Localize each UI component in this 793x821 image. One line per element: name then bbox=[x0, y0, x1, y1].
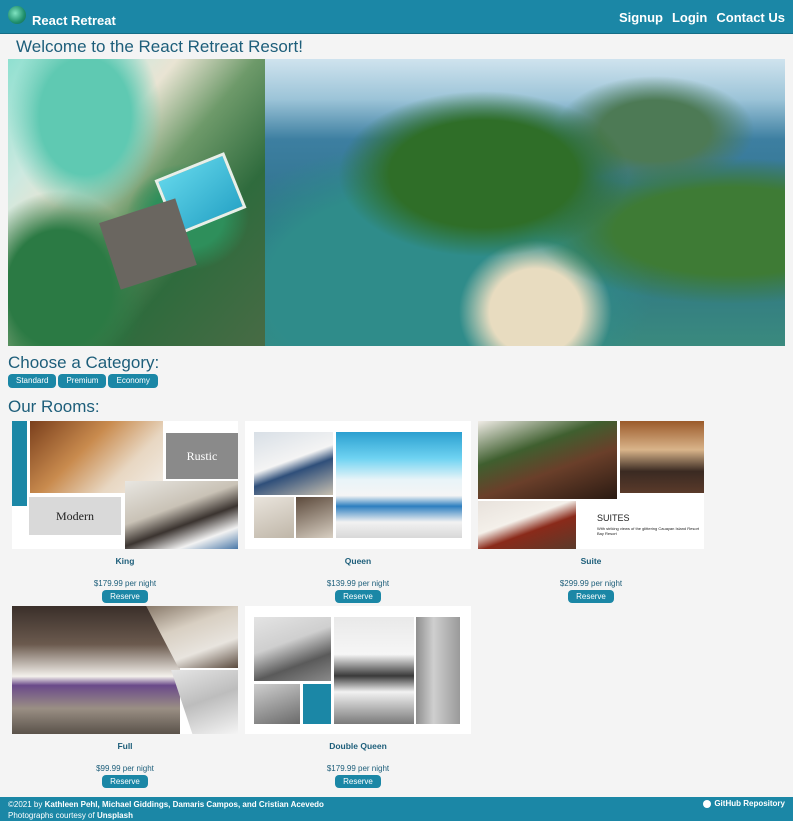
page-title: Welcome to the React Retreat Resort! bbox=[16, 37, 303, 56]
room-image-king[interactable]: Rustic Modern bbox=[12, 421, 238, 549]
reserve-button[interactable]: Reserve bbox=[335, 590, 381, 603]
hero-aerial-resort-image bbox=[8, 59, 265, 346]
room-price: $299.99 per night bbox=[559, 579, 623, 588]
navbar: React Retreat Signup Login Contact Us bbox=[0, 0, 793, 34]
photo-credit-prefix: Photographs courtesy of bbox=[8, 811, 97, 820]
hero-image bbox=[8, 59, 785, 346]
github-link[interactable]: GitHub Repository bbox=[703, 799, 785, 808]
category-heading: Choose a Category: bbox=[8, 353, 160, 372]
authors: Kathleen Pehl, Michael Giddings, Damaris… bbox=[44, 800, 324, 809]
hero-island-image bbox=[265, 59, 785, 346]
room-price: $179.99 per night bbox=[93, 579, 157, 588]
reserve-button[interactable]: Reserve bbox=[335, 775, 381, 788]
nav-links: Signup Login Contact Us bbox=[619, 10, 785, 25]
footer: ©2021 by Kathleen Pehl, Michael Giddings… bbox=[0, 797, 793, 821]
category-standard-button[interactable]: Standard bbox=[8, 374, 57, 388]
suites-label: SUITES bbox=[597, 513, 630, 523]
logo-icon[interactable] bbox=[8, 6, 26, 24]
room-image-queen[interactable] bbox=[245, 421, 471, 549]
room-name: Full bbox=[117, 741, 133, 751]
room-card-king: Rustic Modern King $179.99 per night Res… bbox=[12, 421, 238, 603]
reserve-button[interactable]: Reserve bbox=[102, 590, 148, 603]
contact-us-link[interactable]: Contact Us bbox=[716, 10, 785, 25]
github-icon bbox=[703, 799, 712, 808]
signup-link[interactable]: Signup bbox=[619, 10, 663, 25]
room-card-double-queen: Double Queen $179.99 per night Reserve bbox=[245, 606, 471, 788]
rooms-heading: Our Rooms: bbox=[8, 397, 100, 416]
room-card-full: Full $99.99 per night Reserve bbox=[12, 606, 238, 788]
copyright-prefix: ©2021 by bbox=[8, 800, 45, 809]
room-image-full[interactable] bbox=[12, 606, 238, 734]
category-premium-button[interactable]: Premium bbox=[58, 374, 107, 388]
room-name: Double Queen bbox=[329, 741, 387, 751]
room-name: King bbox=[115, 556, 135, 566]
brand-title[interactable]: React Retreat bbox=[32, 13, 116, 28]
category-economy-button[interactable]: Economy bbox=[108, 374, 158, 388]
category-buttons: Standard Premium Economy bbox=[8, 374, 158, 388]
room-card-suite: SUITES With striking views of the glitte… bbox=[478, 421, 704, 603]
room-image-double-queen[interactable] bbox=[245, 606, 471, 734]
reserve-button[interactable]: Reserve bbox=[568, 590, 614, 603]
reserve-button[interactable]: Reserve bbox=[102, 775, 148, 788]
room-price: $99.99 per night bbox=[96, 764, 154, 773]
github-label: GitHub Repository bbox=[714, 799, 785, 808]
rustic-label: Rustic bbox=[166, 433, 238, 479]
room-price: $179.99 per night bbox=[326, 764, 390, 773]
login-link[interactable]: Login bbox=[672, 10, 707, 25]
room-name: Suite bbox=[580, 556, 602, 566]
room-image-suite[interactable]: SUITES With striking views of the glitte… bbox=[478, 421, 704, 549]
footer-credits: ©2021 by Kathleen Pehl, Michael Giddings… bbox=[8, 799, 324, 821]
room-card-queen: Queen $139.99 per night Reserve bbox=[245, 421, 471, 603]
room-name: Queen bbox=[344, 556, 372, 566]
unsplash-link[interactable]: Unsplash bbox=[97, 811, 133, 820]
room-price: $139.99 per night bbox=[326, 579, 390, 588]
suites-caption: With striking views of the glittering Ca… bbox=[597, 526, 700, 536]
modern-label: Modern bbox=[29, 497, 121, 535]
